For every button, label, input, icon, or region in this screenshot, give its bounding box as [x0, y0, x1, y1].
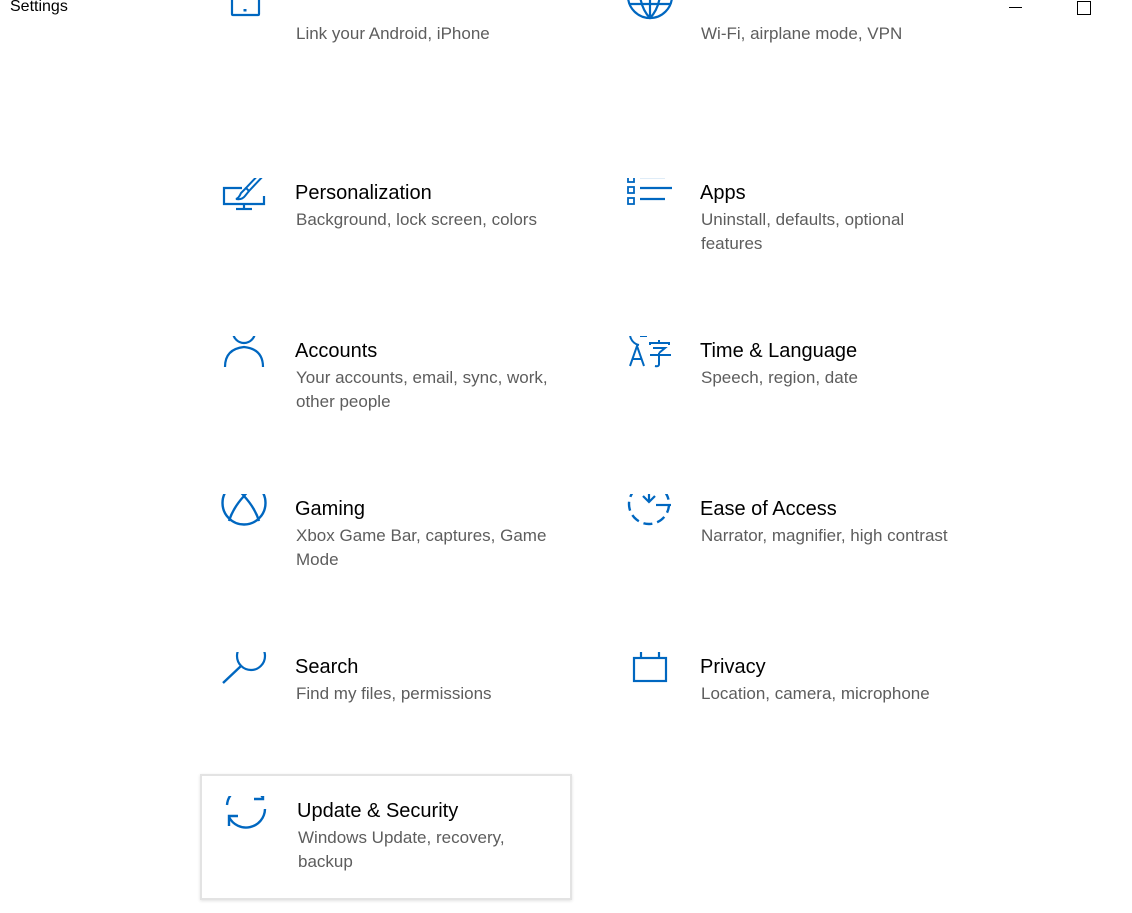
tile-description: Link your Android, iPhone	[296, 24, 490, 43]
globe-icon	[625, 0, 675, 42]
tile-ease-of-access[interactable]: Ease of Access Narrator, magnifier, high…	[605, 474, 977, 600]
tile-description: Location, camera, microphone	[701, 684, 930, 703]
maximize-icon	[1077, 1, 1091, 15]
tile-title: Search	[295, 656, 359, 678]
tile-gaming[interactable]: Gaming Xbox Game Bar, captures, Game Mod…	[200, 474, 572, 600]
tile-title: Ease of Access	[700, 498, 837, 520]
apps-list-icon	[625, 178, 675, 228]
minimize-icon	[1009, 7, 1022, 8]
tile-description: Wi-Fi, airplane mode, VPN	[701, 24, 903, 43]
sync-arrows-icon	[222, 796, 272, 846]
tile-description: Windows Update, recovery, backup	[298, 828, 505, 871]
person-icon	[220, 336, 270, 386]
tile-description: Xbox Game Bar, captures, Game Mode	[296, 526, 547, 569]
tile-title: Time & Language	[700, 340, 858, 362]
xbox-icon	[220, 494, 270, 544]
tile-description: Uninstall, defaults, optional features	[701, 210, 905, 253]
tile-accounts[interactable]: Accounts Your accounts, email, sync, wor…	[200, 316, 572, 442]
tile-description: Find my files, permissions	[296, 684, 492, 703]
tile-apps[interactable]: Apps Uninstall, defaults, optional featu…	[605, 158, 977, 284]
tile-title: Personalization	[295, 182, 432, 204]
tile-description: Speech, region, date	[701, 368, 858, 387]
tile-personalization[interactable]: Personalization Background, lock screen,…	[200, 158, 572, 284]
tile-title: Privacy	[700, 656, 766, 678]
tile-title: Accounts	[295, 340, 378, 362]
maximize-button[interactable]	[1061, 0, 1107, 18]
tile-privacy[interactable]: Privacy Location, camera, microphone	[605, 632, 977, 758]
tile-title: Update & Security	[297, 800, 459, 822]
paint-brush-monitor-icon	[220, 178, 270, 228]
tile-title: Apps	[700, 182, 746, 204]
tile-network[interactable]: Wi-Fi, airplane mode, VPN	[605, 0, 977, 98]
tile-search[interactable]: Search Find my files, permissions	[200, 632, 572, 758]
minimize-button[interactable]	[992, 0, 1038, 18]
ease-of-access-icon	[625, 494, 675, 544]
tile-time-language[interactable]: Time & Language Speech, region, date	[605, 316, 977, 442]
tile-description: Narrator, magnifier, high contrast	[701, 526, 948, 545]
tile-description: Background, lock screen, colors	[296, 210, 537, 229]
window-title: Settings	[10, 0, 68, 15]
lock-icon	[625, 652, 675, 702]
phone-icon	[220, 0, 270, 42]
tile-phone[interactable]: Link your Android, iPhone	[200, 0, 572, 98]
search-icon	[220, 652, 270, 702]
tile-title: Gaming	[295, 498, 366, 520]
tile-update-security[interactable]: Update & Security Windows Update, recove…	[200, 774, 572, 900]
time-language-icon	[625, 336, 675, 386]
settings-window: Settings Link your Android, iPhone Wi-Fi…	[0, 0, 1132, 913]
tile-description: Your accounts, email, sync, work, other …	[296, 368, 548, 411]
